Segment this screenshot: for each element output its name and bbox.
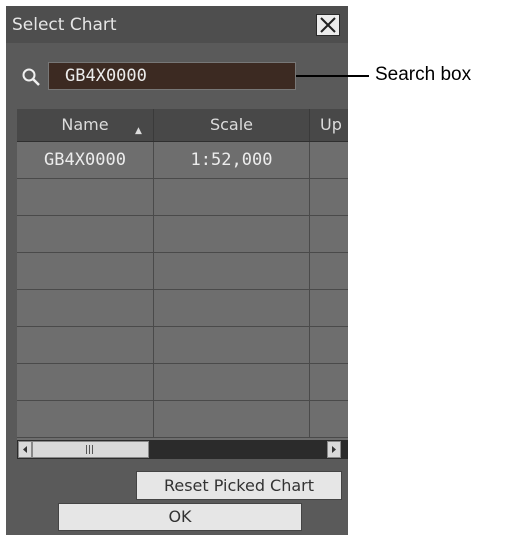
name-cell: GB4X0000 [17, 142, 154, 179]
title-bar: Select Chart [6, 6, 348, 43]
search-row: GB4X0000 [6, 62, 348, 92]
column-header-label: Up [320, 115, 342, 134]
scale-cell [154, 364, 310, 401]
scale-cell [154, 401, 310, 438]
scale-cell [154, 216, 310, 253]
table-row[interactable]: GB4X0000 1:52,000 [17, 142, 348, 179]
horizontal-scrollbar[interactable] [17, 440, 348, 459]
search-icon [22, 68, 40, 86]
ok-button[interactable]: OK [58, 503, 302, 531]
up-cell [310, 290, 348, 327]
scale-cell: 1:52,000 [154, 142, 310, 179]
scroll-right-button[interactable] [327, 441, 341, 458]
name-cell [17, 253, 154, 290]
table-row[interactable] [17, 216, 348, 253]
annotation-label: Search box [375, 64, 472, 85]
up-cell [310, 327, 348, 364]
up-cell [310, 364, 348, 401]
close-icon [320, 17, 336, 33]
table-row[interactable] [17, 401, 348, 438]
name-cell [17, 216, 154, 253]
chart-table: Name ▲ Scale Up GB4X0000 1:52,000 [17, 109, 348, 459]
column-header-name[interactable]: Name ▲ [17, 109, 154, 141]
dialog-title: Select Chart [12, 15, 117, 35]
column-header-label: Name [61, 115, 109, 134]
chevron-left-icon [23, 446, 27, 453]
up-cell [310, 142, 348, 179]
table-row[interactable] [17, 179, 348, 216]
name-cell [17, 364, 154, 401]
column-header-up[interactable]: Up [310, 109, 348, 141]
column-header-label: Scale [209, 115, 254, 134]
reset-picked-chart-button[interactable]: Reset Picked Chart [136, 471, 342, 500]
grip-icon [85, 445, 95, 454]
scale-cell [154, 179, 310, 216]
annotation-leader-line [296, 75, 369, 77]
sort-ascending-icon: ▲ [135, 126, 142, 136]
scroll-thumb[interactable] [32, 441, 149, 458]
name-cell [17, 179, 154, 216]
table-row[interactable] [17, 290, 348, 327]
name-cell [17, 290, 154, 327]
scale-cell [154, 290, 310, 327]
scroll-left-button[interactable] [18, 441, 32, 458]
up-cell [310, 216, 348, 253]
scale-cell [154, 253, 310, 290]
up-cell [310, 401, 348, 438]
name-cell [17, 401, 154, 438]
select-chart-dialog: Select Chart GB4X0000 Name ▲ Scale Up GB… [6, 6, 348, 535]
chevron-right-icon [332, 446, 336, 453]
up-cell [310, 253, 348, 290]
table-row[interactable] [17, 327, 348, 364]
table-row[interactable] [17, 253, 348, 290]
table-row[interactable] [17, 364, 348, 401]
scale-cell [154, 327, 310, 364]
name-cell [17, 327, 154, 364]
search-input[interactable]: GB4X0000 [48, 62, 296, 90]
up-cell [310, 179, 348, 216]
close-button[interactable] [316, 14, 340, 36]
table-header: Name ▲ Scale Up [17, 109, 348, 142]
column-header-scale[interactable]: Scale [154, 109, 310, 141]
